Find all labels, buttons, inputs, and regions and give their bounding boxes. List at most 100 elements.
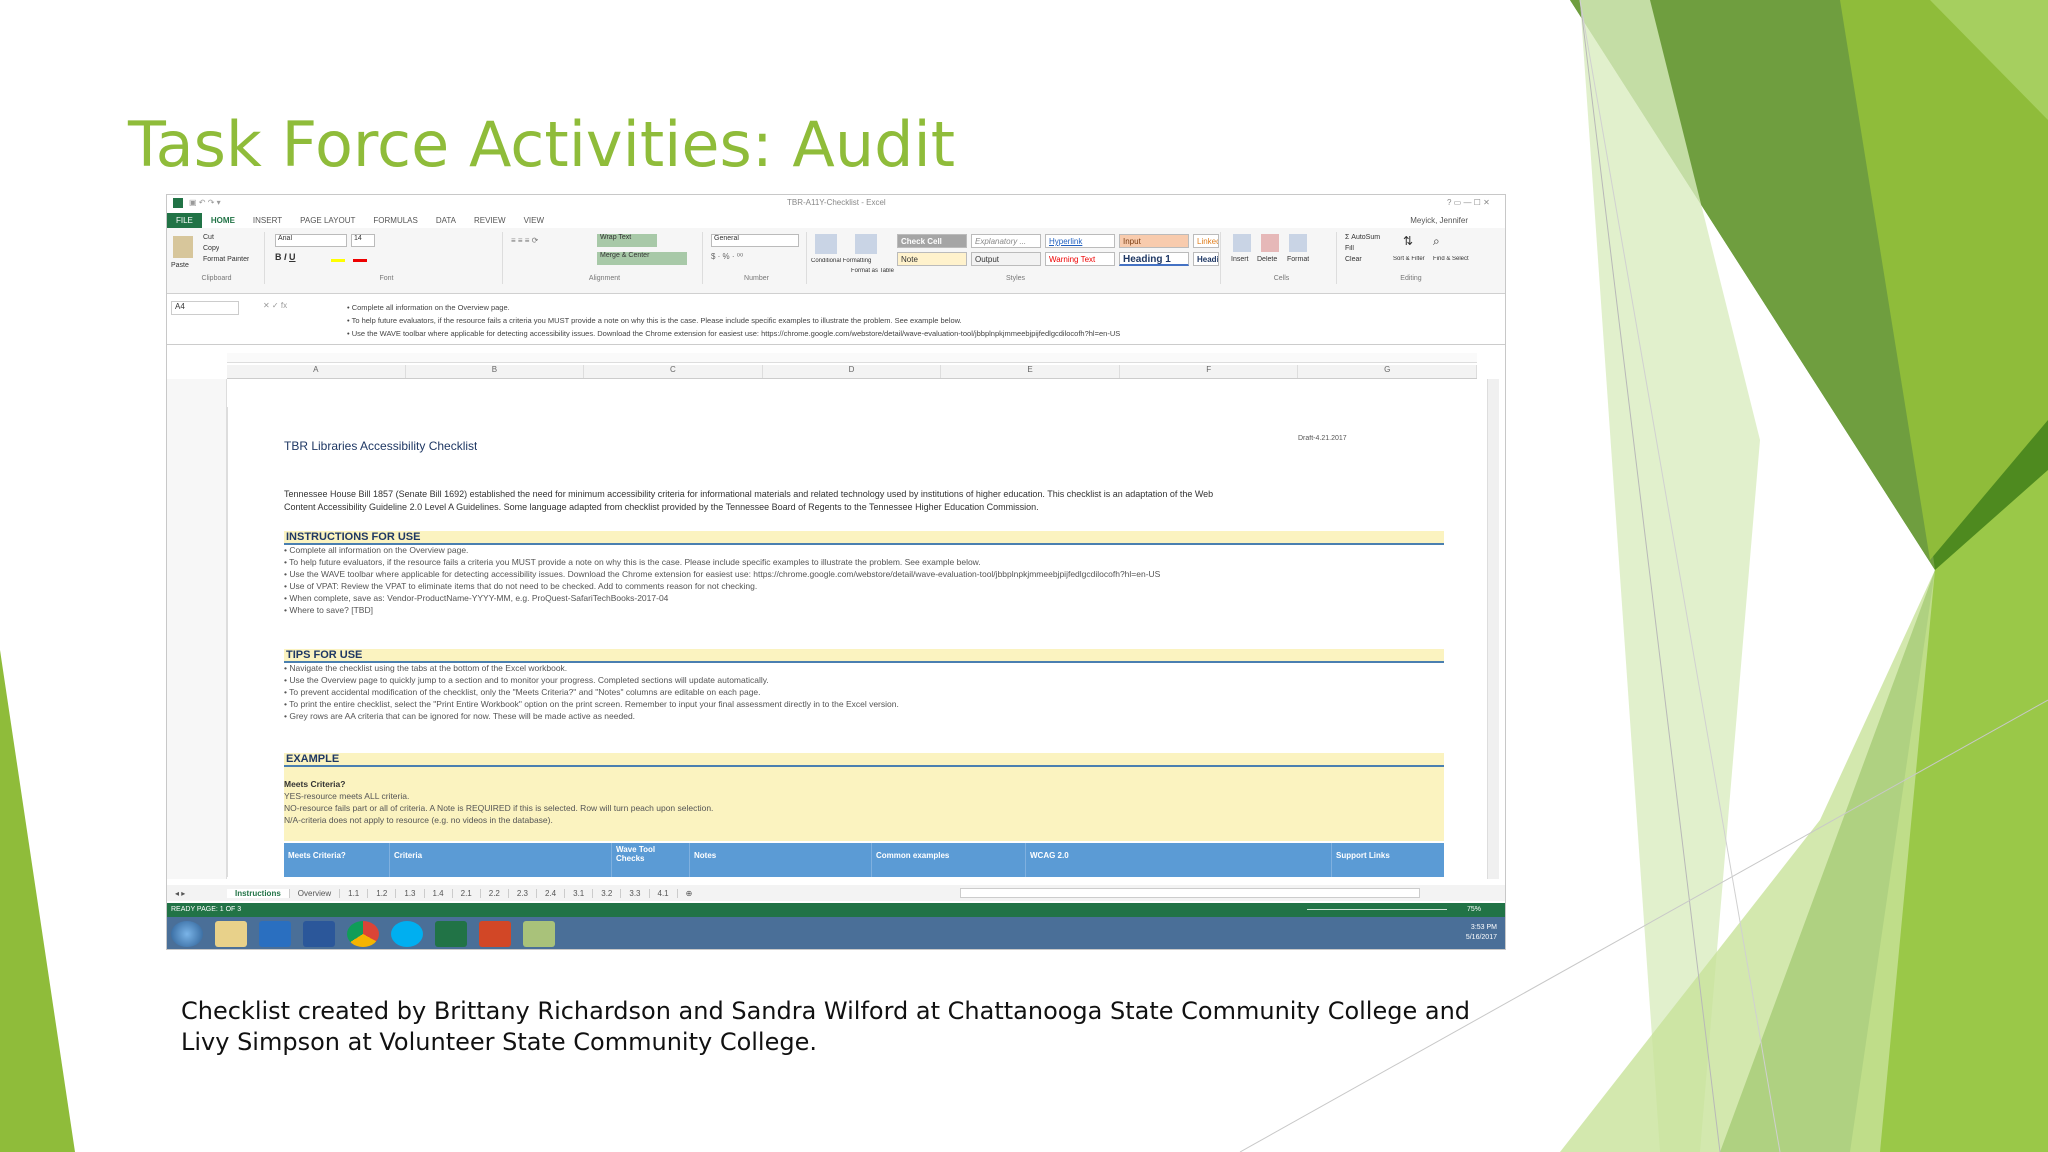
taskbar-clock[interactable]: 3:53 PM 5/16/2017 — [1466, 923, 1497, 943]
font-name-select[interactable]: Arial — [275, 234, 347, 247]
status-bar: READY PAGE: 1 OF 3 75% — [167, 903, 1505, 917]
sheet-tab[interactable]: 1.2 — [368, 888, 397, 898]
tab-formulas[interactable]: FORMULAS — [364, 216, 426, 225]
align-icons[interactable]: ≡ ≡ ≡ ⟳ — [511, 236, 538, 245]
column-header[interactable]: B — [406, 365, 585, 378]
table-header-cell[interactable]: Notes — [690, 843, 872, 877]
sort-filter-button[interactable]: Sort & Filter — [1393, 256, 1425, 262]
conditional-formatting-button[interactable]: Conditional Formatting — [811, 258, 871, 264]
format-button[interactable]: Format — [1287, 256, 1309, 263]
conditional-formatting-icon[interactable] — [815, 234, 837, 254]
column-header[interactable]: E — [941, 365, 1120, 378]
insert-button[interactable]: Insert — [1231, 256, 1249, 263]
excel-icon[interactable] — [435, 921, 467, 947]
sheet-tab[interactable]: 1.4 — [425, 888, 453, 898]
folder-icon[interactable] — [523, 921, 555, 947]
format-cells-icon[interactable] — [1289, 234, 1307, 252]
column-header[interactable]: A — [227, 365, 406, 378]
sheet-tab[interactable]: Overview — [290, 888, 341, 898]
format-painter-button[interactable]: Format Painter — [203, 256, 249, 263]
zoom-level[interactable]: 75% — [1467, 903, 1481, 917]
tab-view[interactable]: VIEW — [515, 216, 553, 225]
style-heading-2[interactable]: Heading 2 — [1193, 252, 1219, 266]
table-header-cell[interactable]: Common examples — [872, 843, 1026, 877]
table-header-cell[interactable]: Support Links — [1332, 843, 1444, 877]
wrap-text-button[interactable]: Wrap Text — [597, 234, 657, 247]
font-color-icon[interactable] — [353, 252, 367, 262]
zoom-slider[interactable] — [1307, 909, 1447, 910]
chrome-icon[interactable] — [347, 921, 379, 947]
outlook-icon[interactable] — [259, 921, 291, 947]
column-header[interactable]: G — [1298, 365, 1477, 378]
tab-insert[interactable]: INSERT — [244, 216, 291, 225]
sheet-tab[interactable]: 4.1 — [650, 888, 678, 898]
style-linked-cell[interactable]: Linked Cell — [1193, 234, 1219, 248]
table-header-cell[interactable]: Criteria — [390, 843, 612, 877]
name-box[interactable]: A4 — [171, 301, 239, 315]
insert-cells-icon[interactable] — [1233, 234, 1251, 252]
fill-button[interactable]: Fill — [1345, 245, 1354, 252]
sheet-tab[interactable]: 2.3 — [509, 888, 537, 898]
file-explorer-icon[interactable] — [215, 921, 247, 947]
tab-review[interactable]: REVIEW — [465, 216, 515, 225]
style-input[interactable]: Input — [1119, 234, 1189, 248]
sheet-tab[interactable]: 2.2 — [481, 888, 509, 898]
window-controls[interactable]: ? ▭ — ☐ ✕ — [1447, 198, 1490, 207]
style-heading-1[interactable]: Heading 1 — [1119, 252, 1189, 266]
sheet-tab[interactable]: 2.1 — [453, 888, 481, 898]
sheet-tab[interactable]: 3.3 — [621, 888, 650, 898]
delete-button[interactable]: Delete — [1257, 256, 1277, 263]
find-select-icon[interactable]: ⌕ — [1433, 234, 1440, 249]
paste-icon[interactable] — [173, 236, 193, 258]
tab-data[interactable]: DATA — [427, 216, 465, 225]
sheet-nav[interactable]: ◂ ▸ — [167, 889, 227, 898]
sort-filter-icon[interactable]: ⇅ — [1403, 234, 1413, 248]
add-sheet-icon[interactable]: ⊕ — [678, 889, 701, 898]
sheet-tab[interactable]: 3.1 — [565, 888, 594, 898]
sheet-tab[interactable]: 2.4 — [537, 888, 566, 898]
user-name[interactable]: Meyick, Jennifer — [1401, 216, 1477, 225]
format-as-table-icon[interactable] — [855, 234, 877, 254]
delete-cells-icon[interactable] — [1261, 234, 1279, 252]
sheet-tab[interactable]: 1.3 — [396, 888, 425, 898]
paste-button[interactable]: Paste — [171, 262, 189, 269]
font-size-select[interactable]: 14 — [351, 234, 375, 247]
table-header-cell[interactable]: WCAG 2.0 — [1026, 843, 1332, 877]
column-header[interactable]: F — [1120, 365, 1299, 378]
table-header-cell[interactable]: Wave Tool Checks — [612, 843, 690, 877]
style-check-cell[interactable]: Check Cell — [897, 234, 967, 248]
autosum-button[interactable]: Σ AutoSum — [1345, 234, 1380, 241]
tab-page-layout[interactable]: PAGE LAYOUT — [291, 216, 364, 225]
sheet-tab[interactable]: 1.1 — [340, 888, 369, 898]
column-header[interactable]: D — [763, 365, 942, 378]
word-icon[interactable] — [303, 921, 335, 947]
bold-button[interactable]: B I U — [275, 252, 296, 262]
cut-button[interactable]: Cut — [203, 234, 214, 241]
skype-icon[interactable] — [391, 921, 423, 947]
clear-button[interactable]: Clear — [1345, 256, 1362, 263]
vertical-scrollbar[interactable] — [1487, 379, 1499, 879]
powerpoint-icon[interactable] — [479, 921, 511, 947]
number-format-select[interactable]: General — [711, 234, 799, 247]
style-explanatory[interactable]: Explanatory ... — [971, 234, 1041, 248]
format-as-table-button[interactable]: Format as Table — [851, 268, 894, 274]
table-header-cell[interactable]: Meets Criteria? — [284, 843, 390, 877]
tab-file[interactable]: FILE — [167, 213, 202, 228]
column-header[interactable]: C — [584, 365, 763, 378]
save-icon[interactable]: ▣ ↶ ↷ ▾ — [189, 198, 221, 207]
merge-center-button[interactable]: Merge & Center — [597, 252, 687, 265]
currency-icons[interactable]: $ · % · ⁰⁰ — [711, 252, 743, 261]
style-note[interactable]: Note — [897, 252, 967, 266]
start-button-icon[interactable] — [171, 921, 203, 947]
style-output[interactable]: Output — [971, 252, 1041, 266]
find-select-button[interactable]: Find & Select — [1433, 256, 1477, 262]
fill-color-icon[interactable] — [331, 252, 345, 262]
copy-button[interactable]: Copy — [203, 245, 219, 252]
horizontal-scrollbar[interactable] — [960, 888, 1421, 898]
style-hyperlink[interactable]: Hyperlink — [1045, 234, 1115, 248]
formula-content[interactable]: • Complete all information on the Overvi… — [347, 301, 1487, 343]
sheet-tab[interactable]: Instructions — [227, 888, 290, 898]
style-warning-text[interactable]: Warning Text — [1045, 252, 1115, 266]
tab-home[interactable]: HOME — [202, 216, 244, 225]
sheet-tab[interactable]: 3.2 — [593, 888, 622, 898]
